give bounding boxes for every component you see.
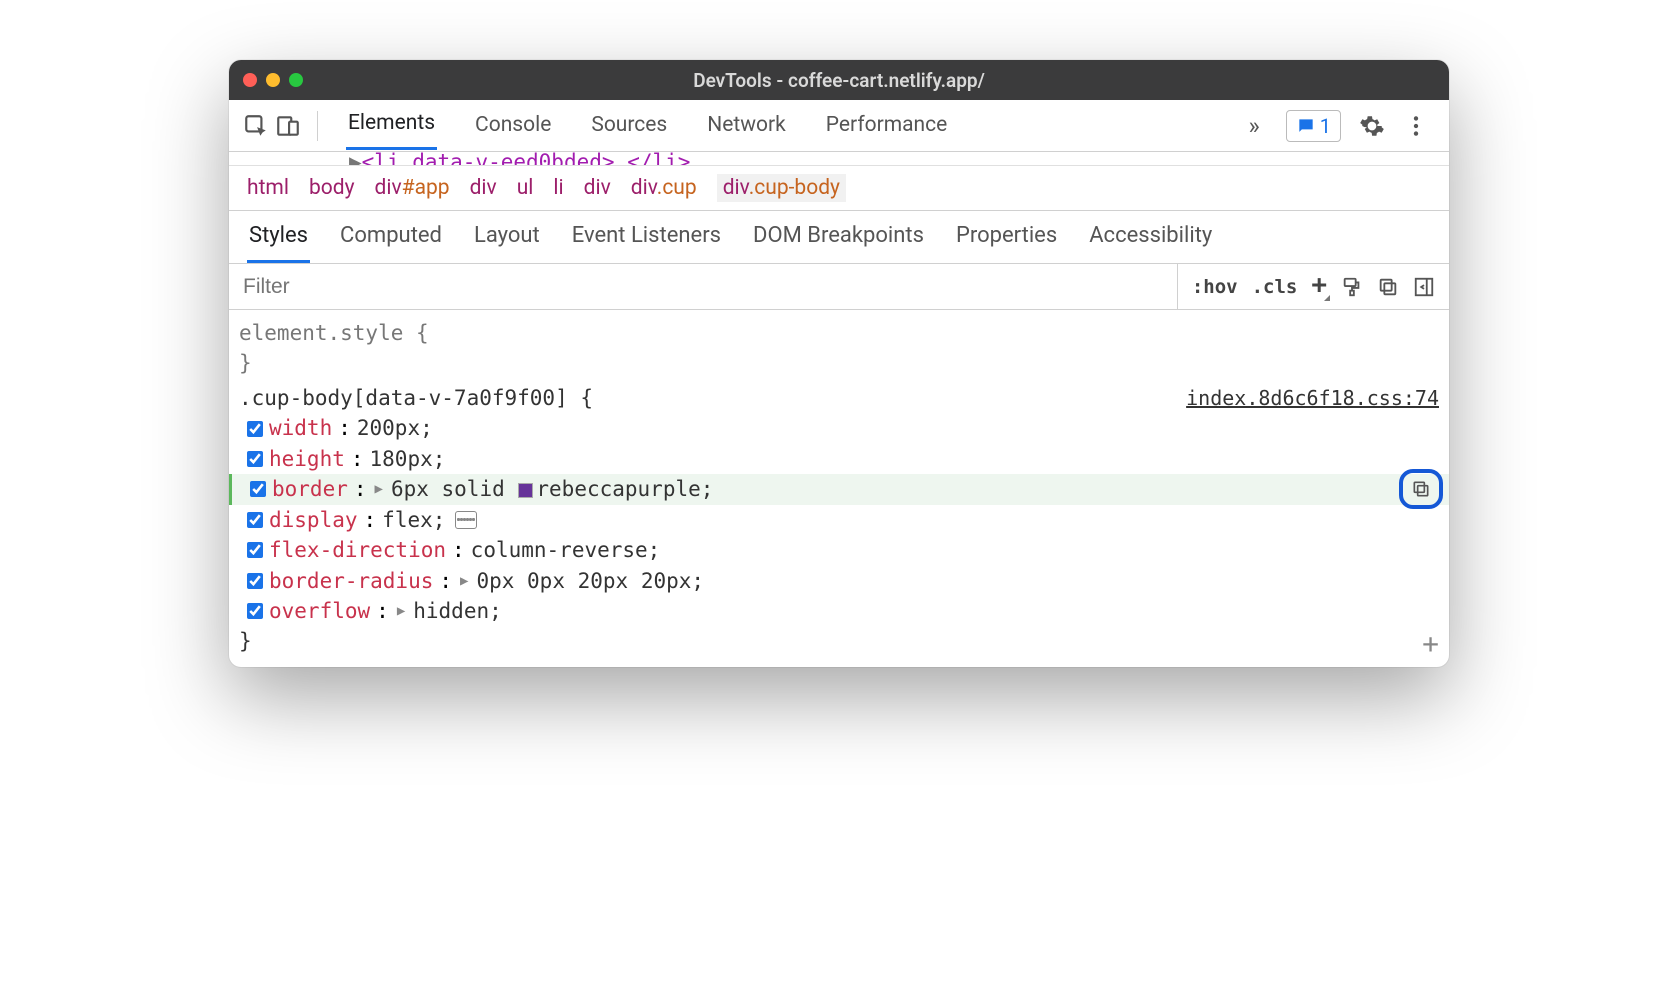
css-property[interactable]: overflow <box>269 596 370 626</box>
inspect-element-icon[interactable] <box>243 113 269 139</box>
toggle-declaration-checkbox[interactable] <box>247 573 263 589</box>
css-value[interactable]: column-reverse; <box>471 535 661 565</box>
toggle-declaration-checkbox[interactable] <box>247 542 263 558</box>
paint-icon[interactable] <box>1341 276 1363 298</box>
expand-icon[interactable]: ▶ <box>373 479 385 499</box>
css-property[interactable]: border <box>272 474 348 504</box>
breadcrumb-item[interactable]: ul <box>517 176 534 200</box>
css-property[interactable]: display <box>269 505 358 535</box>
devtools-window: DevTools - coffee-cart.netlify.app/ Elem… <box>229 60 1449 667</box>
css-value[interactable]: hidden; <box>413 596 502 626</box>
styles-filter-input[interactable] <box>229 275 1177 299</box>
toggle-declaration-checkbox[interactable] <box>247 421 263 437</box>
styles-filter-tools: :hov .cls + <box>1177 264 1449 309</box>
add-declaration-button[interactable]: + <box>1422 624 1439 665</box>
css-property[interactable]: height <box>269 444 345 474</box>
subtab-event-listeners[interactable]: Event Listeners <box>570 211 723 263</box>
css-declaration[interactable]: width:200px; <box>239 413 1439 443</box>
computed-panel-icon[interactable] <box>1413 276 1435 298</box>
css-declaration[interactable]: display:flex; <box>239 505 1439 535</box>
css-value[interactable]: flex; <box>382 505 445 535</box>
tab-performance[interactable]: Performance <box>824 103 949 149</box>
breadcrumb-item[interactable]: div <box>584 176 611 200</box>
breadcrumb-item[interactable]: div <box>470 176 497 200</box>
styles-subtabs: Styles Computed Layout Event Listeners DOM B… <box>229 211 1449 264</box>
cup-body-rule: .cup-body[data-v-7a0f9f00] { index.8d6c6… <box>239 383 1439 657</box>
rule-selector[interactable]: .cup-body[data-v-7a0f9f00] { <box>239 383 593 413</box>
breadcrumb-item[interactable]: div#app <box>375 176 450 200</box>
css-property[interactable]: width <box>269 413 332 443</box>
css-declaration[interactable]: border-radius:▶0px 0px 20px 20px; <box>239 566 1439 596</box>
css-declaration[interactable]: flex-direction:column-reverse; <box>239 535 1439 565</box>
titlebar: DevTools - coffee-cart.netlify.app/ <box>229 60 1449 100</box>
maximize-window-button[interactable] <box>289 73 303 87</box>
minimize-window-button[interactable] <box>266 73 280 87</box>
hover-toggle[interactable]: :hov <box>1192 276 1238 298</box>
expand-icon[interactable]: ▶ <box>395 601 407 621</box>
cls-toggle[interactable]: .cls <box>1252 276 1298 298</box>
toggle-declaration-checkbox[interactable] <box>247 451 263 467</box>
new-style-rule-button[interactable]: + <box>1311 270 1327 300</box>
copy-declaration-button[interactable] <box>1399 469 1443 509</box>
main-tabs: Elements Console Sources Network Perform… <box>334 101 1235 150</box>
css-value[interactable]: 6px solid rebeccapurple; <box>391 474 713 504</box>
tab-sources[interactable]: Sources <box>589 103 669 149</box>
subtab-properties[interactable]: Properties <box>954 211 1059 263</box>
css-value[interactable]: 200px; <box>357 413 433 443</box>
toggle-declaration-checkbox[interactable] <box>250 481 266 497</box>
divider <box>317 111 318 141</box>
css-property[interactable]: border-radius <box>269 566 433 596</box>
traffic-lights <box>243 73 303 87</box>
breadcrumb-item[interactable]: body <box>309 176 355 200</box>
kebab-menu-icon[interactable] <box>1403 113 1429 139</box>
css-property[interactable]: flex-direction <box>269 535 446 565</box>
issues-count: 1 <box>1320 114 1331 138</box>
css-value[interactable]: 0px 0px 20px 20px; <box>476 566 704 596</box>
tab-elements[interactable]: Elements <box>346 101 437 150</box>
copy-icon[interactable] <box>1377 276 1399 298</box>
breadcrumb-item[interactable]: div.cup-body <box>717 174 846 202</box>
rule-source-link[interactable]: index.8d6c6f18.css:74 <box>1186 384 1439 413</box>
subtab-styles[interactable]: Styles <box>247 211 310 263</box>
tab-network[interactable]: Network <box>705 103 788 149</box>
subtab-dom-breakpoints[interactable]: DOM Breakpoints <box>751 211 926 263</box>
dom-snippet[interactable]: ▶<li data-v-eed0bded>…</li> <box>229 152 1449 166</box>
styles-filter-bar: :hov .cls + <box>229 264 1449 310</box>
subtab-computed[interactable]: Computed <box>338 211 444 263</box>
breadcrumb: htmlbodydiv#appdivullidivdiv.cupdiv.cup-… <box>229 166 1449 211</box>
css-declaration[interactable]: height:180px; <box>239 444 1439 474</box>
expand-icon[interactable]: ▶ <box>458 571 470 591</box>
toolbar-right: 1 <box>1274 110 1441 142</box>
window-title: DevTools - coffee-cart.netlify.app/ <box>229 69 1449 92</box>
breadcrumb-item[interactable]: html <box>247 176 289 200</box>
breadcrumb-item[interactable]: li <box>553 176 563 200</box>
device-toolbar-icon[interactable] <box>275 113 301 139</box>
close-window-button[interactable] <box>243 73 257 87</box>
subtab-layout[interactable]: Layout <box>472 211 542 263</box>
element-style-rule[interactable]: element.style { } <box>239 318 1439 379</box>
subtab-accessibility[interactable]: Accessibility <box>1087 211 1214 263</box>
color-swatch[interactable] <box>518 483 533 498</box>
styles-pane: element.style { } .cup-body[data-v-7a0f9… <box>229 310 1449 667</box>
toggle-declaration-checkbox[interactable] <box>247 512 263 528</box>
css-declaration[interactable]: border:▶6px solid rebeccapurple; <box>229 474 1449 504</box>
css-declaration[interactable]: overflow:▶hidden; <box>239 596 1439 626</box>
toggle-declaration-checkbox[interactable] <box>247 603 263 619</box>
css-value[interactable]: 180px; <box>370 444 446 474</box>
main-toolbar: Elements Console Sources Network Perform… <box>229 100 1449 152</box>
tab-console[interactable]: Console <box>473 103 553 149</box>
more-tabs-button[interactable]: » <box>1241 112 1268 140</box>
settings-icon[interactable] <box>1359 113 1385 139</box>
breadcrumb-item[interactable]: div.cup <box>631 176 697 200</box>
issues-badge[interactable]: 1 <box>1286 110 1341 142</box>
flex-editor-icon[interactable] <box>455 511 477 529</box>
